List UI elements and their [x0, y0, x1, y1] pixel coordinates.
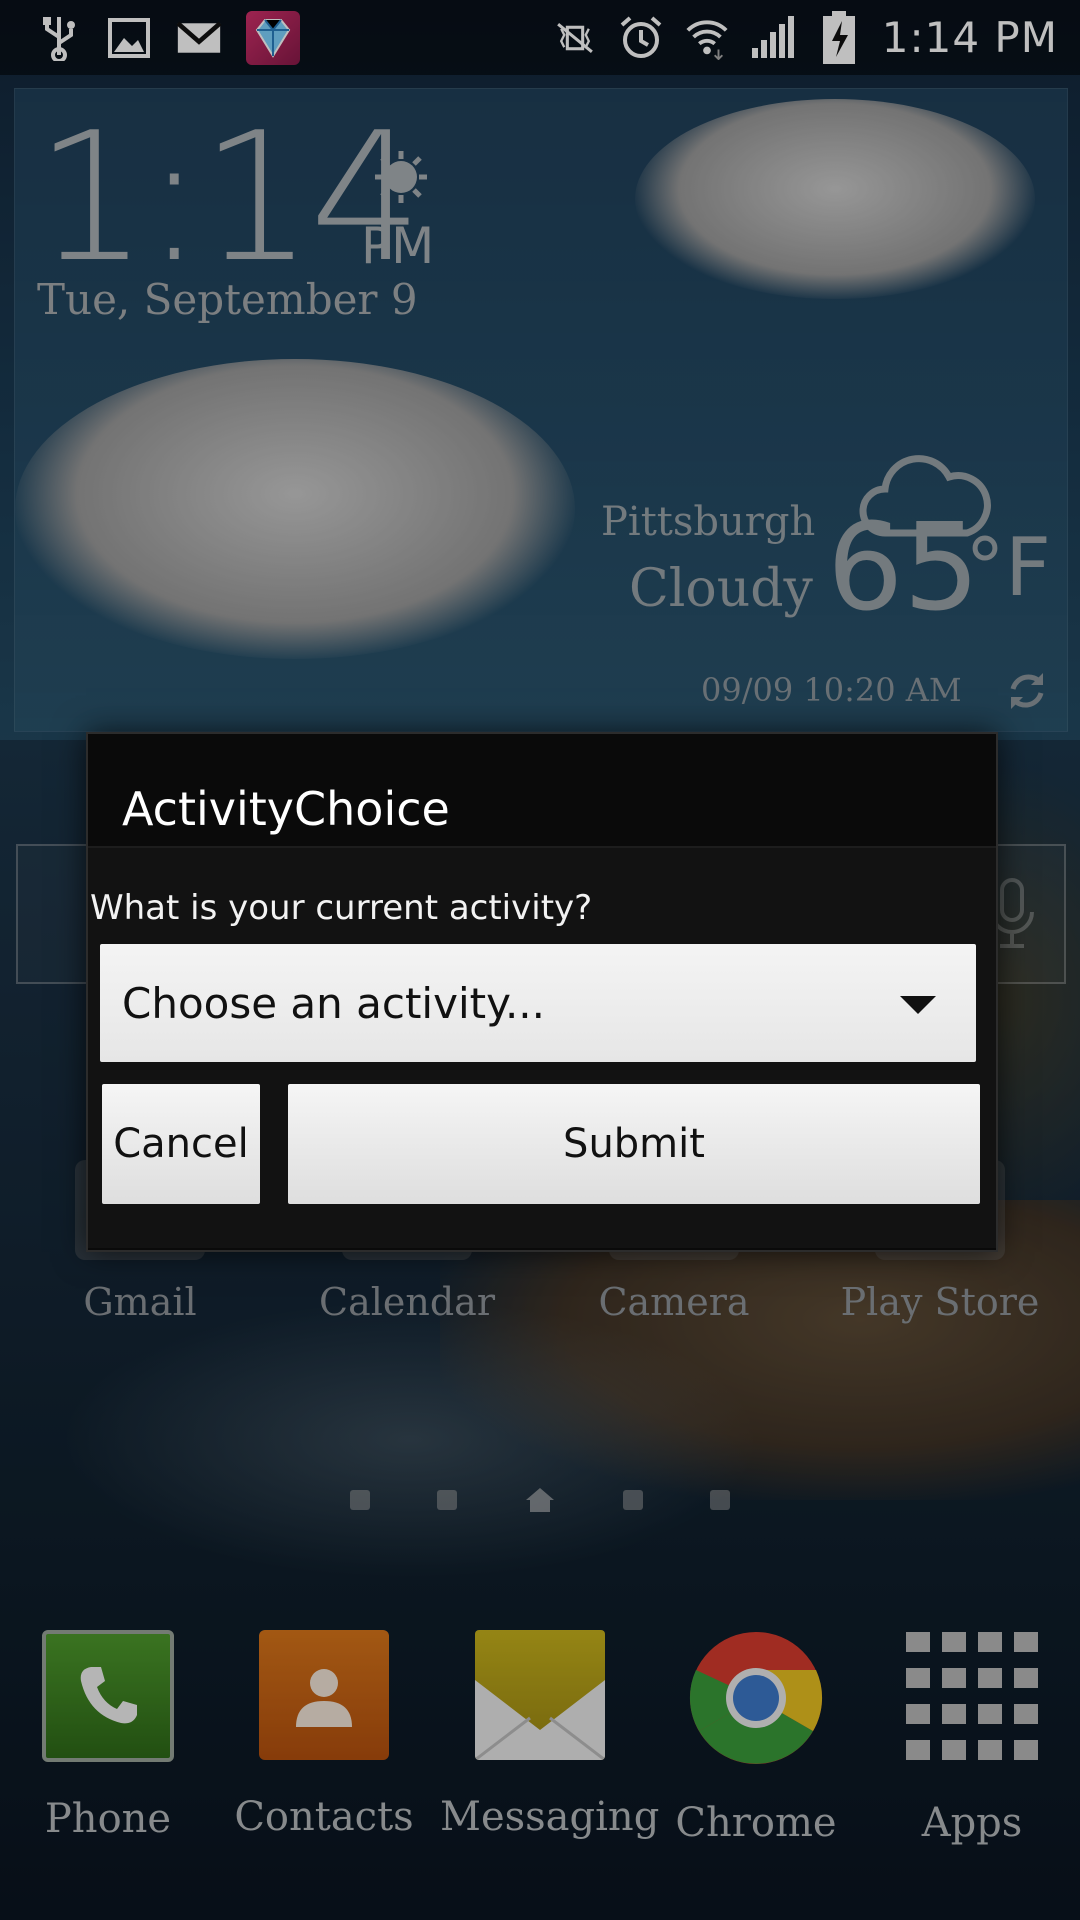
spinner-selected-value: Choose an activity... — [122, 978, 545, 1028]
dialog-title: ActivityChoice — [122, 782, 450, 836]
activity-spinner[interactable]: Choose an activity... — [100, 944, 976, 1062]
dropdown-arrow-icon — [900, 996, 936, 1014]
submit-button[interactable]: Submit — [288, 1084, 980, 1204]
dialog-body: What is your current activity? Choose an… — [88, 848, 996, 1248]
activity-question-label: What is your current activity? — [90, 888, 593, 928]
cancel-button[interactable]: Cancel — [102, 1084, 260, 1204]
activity-choice-dialog: ActivityChoice What is your current acti… — [86, 732, 998, 1252]
